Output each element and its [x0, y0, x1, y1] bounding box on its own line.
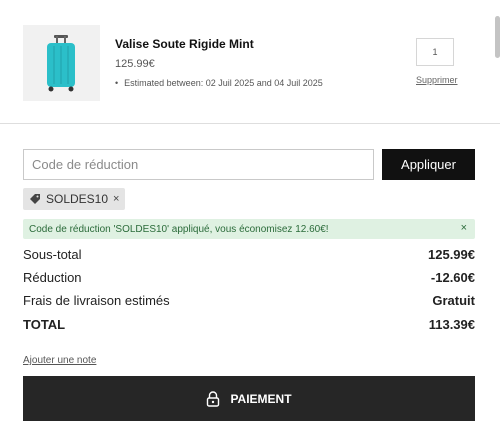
subtotal-label: Sous-total [23, 247, 82, 262]
remove-item-link[interactable]: Supprimer [416, 75, 458, 85]
success-message-text: Code de réduction 'SOLDES10' appliqué, v… [29, 223, 329, 235]
bullet-icon: • [115, 78, 119, 88]
total-value: 113.39€ [428, 317, 475, 332]
add-note-link[interactable]: Ajouter une note [23, 355, 96, 366]
applied-code-label: SOLDES10 [46, 192, 109, 206]
discount-code-input[interactable] [23, 149, 374, 180]
scrollbar[interactable] [495, 16, 500, 58]
remove-code-icon[interactable]: × [113, 193, 119, 205]
tag-icon [30, 194, 40, 204]
quantity-input[interactable]: 1 [416, 38, 454, 66]
cart-item: Valise Soute Rigide Mint 125.99€ • Estima… [23, 25, 473, 105]
checkout-button[interactable]: PAIEMENT [23, 376, 475, 421]
divider [0, 123, 500, 124]
delivery-estimate-text: Estimated between: 02 Juil 2025 and 04 J… [124, 78, 323, 88]
discount-row: Réduction -12.60€ [23, 270, 475, 285]
total-row: TOTAL 113.39€ [23, 317, 475, 332]
close-icon[interactable]: × [461, 222, 467, 234]
shipping-value: Gratuit [432, 293, 475, 308]
applied-code-chip: SOLDES10 × [23, 188, 126, 210]
subtotal-row: Sous-total 125.99€ [23, 247, 475, 262]
discount-value: -12.60€ [430, 270, 475, 285]
shipping-label: Frais de livraison estimés [23, 293, 170, 308]
product-price: 125.99€ [115, 58, 155, 70]
product-image[interactable] [23, 25, 100, 101]
shipping-row: Frais de livraison estimés Gratuit [23, 293, 475, 308]
apply-discount-button[interactable]: Appliquer [382, 149, 475, 180]
checkout-label: PAIEMENT [230, 391, 292, 406]
discount-label: Réduction [23, 270, 82, 285]
discount-success-message: Code de réduction 'SOLDES10' appliqué, v… [23, 219, 475, 239]
delivery-estimate: • Estimated between: 02 Juil 2025 and 04 … [115, 78, 323, 88]
lock-icon [207, 390, 220, 407]
product-name[interactable]: Valise Soute Rigide Mint [115, 37, 254, 51]
subtotal-value: 125.99€ [428, 247, 475, 262]
total-label: TOTAL [23, 317, 66, 332]
suitcase-image [47, 35, 75, 92]
